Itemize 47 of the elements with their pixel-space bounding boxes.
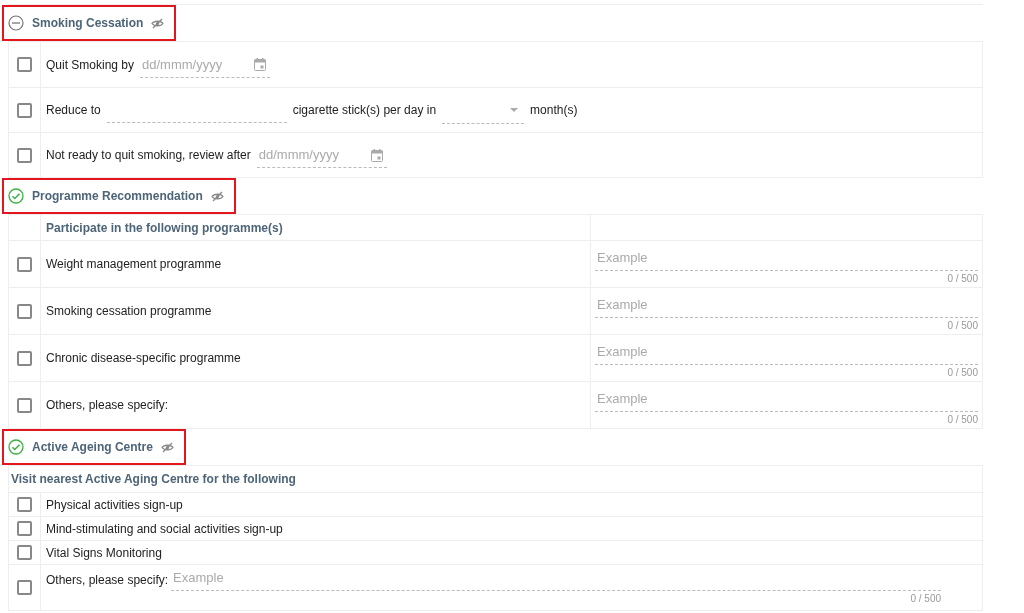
checkbox[interactable] xyxy=(17,303,32,319)
activity-label: Vital Signs Monitoring xyxy=(46,544,162,562)
character-counter: 0 / 500 xyxy=(947,319,978,333)
checkbox[interactable] xyxy=(17,256,32,272)
activity-label: Others, please specify: xyxy=(46,572,169,589)
eye-slash-icon[interactable] xyxy=(160,441,174,453)
checkbox[interactable] xyxy=(17,102,32,118)
calendar-icon[interactable] xyxy=(254,58,267,71)
checkbox[interactable] xyxy=(17,521,32,536)
caret-icon xyxy=(510,107,519,112)
checkbox[interactable] xyxy=(17,580,32,595)
option-label: cigarette stick(s) per day in xyxy=(292,102,437,119)
activity-label: Physical activities sign-up xyxy=(46,496,183,514)
character-counter: 0 / 500 xyxy=(947,366,978,380)
checkbox[interactable] xyxy=(17,147,32,163)
specify-field[interactable]: Example xyxy=(171,565,942,591)
remarks-field[interactable]: Example xyxy=(595,339,978,365)
section-title: Programme Recommendation xyxy=(32,188,203,205)
option-label: Quit Smoking by xyxy=(46,56,135,74)
section-title: Smoking Cessation xyxy=(32,15,144,32)
character-counter: 0 / 500 xyxy=(947,272,978,286)
programme-label: Others, please specify: xyxy=(46,397,169,414)
checkbox[interactable] xyxy=(17,545,32,560)
programme-label: Chronic disease-specific programme xyxy=(46,350,241,367)
option-label: Reduce to xyxy=(46,102,101,119)
activity-label: Mind-stimulating and social activities sign-up xyxy=(46,520,283,538)
section-title: Active Ageing Centre xyxy=(32,439,153,456)
list-heading: Visit nearest Active Aging Centre for the following xyxy=(11,471,296,488)
calendar-icon[interactable] xyxy=(370,148,383,162)
table-heading: Participate in the following programme(s) xyxy=(46,219,283,237)
remarks-field[interactable]: Example xyxy=(595,245,978,271)
checkbox[interactable] xyxy=(17,350,32,366)
checkbox[interactable] xyxy=(17,57,32,72)
remarks-field[interactable]: Example xyxy=(595,386,978,412)
character-counter: 0 / 500 xyxy=(910,592,942,606)
checkbox[interactable] xyxy=(17,497,32,512)
checkbox[interactable] xyxy=(17,397,32,413)
option-label: Not ready to quit smoking, review after xyxy=(46,147,251,164)
programme-label: Weight management programme xyxy=(46,256,222,273)
option-label: month(s) xyxy=(530,102,578,119)
date-field[interactable]: dd/mmm/yyyy xyxy=(140,51,271,78)
eye-slash-icon[interactable] xyxy=(210,190,224,202)
programme-label: Smoking cessation programme xyxy=(46,303,212,320)
remarks-field[interactable]: Example xyxy=(595,292,978,318)
character-counter: 0 / 500 xyxy=(947,413,978,427)
eye-slash-icon[interactable] xyxy=(151,17,165,29)
date-field[interactable]: dd/mmm/yyyy xyxy=(256,142,387,168)
